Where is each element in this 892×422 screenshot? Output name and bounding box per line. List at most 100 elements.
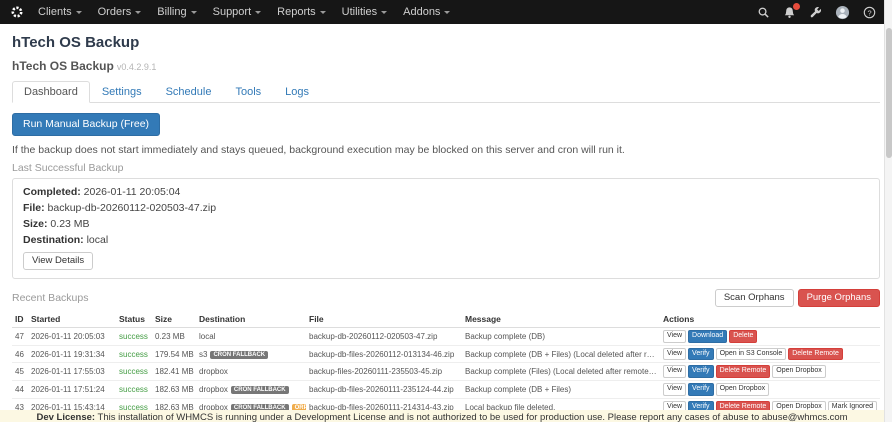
action-open-dropbox-button[interactable]: Open Dropbox xyxy=(716,383,770,396)
cell-status: success xyxy=(116,345,152,363)
svg-text:?: ? xyxy=(867,8,871,17)
cell-started: 2026-01-11 20:05:03 xyxy=(28,327,116,345)
column-header-message: Message xyxy=(462,311,660,328)
top-navbar: Clients Orders Billing Support Reports Utilit… xyxy=(0,0,892,24)
last-backup-panel: Completed: 2026-01-11 20:05:04 File: back… xyxy=(12,178,880,279)
chevron-down-icon xyxy=(255,11,261,14)
destination-name: local xyxy=(199,332,215,341)
module-name: hTech OS Backup xyxy=(12,59,114,73)
cell-id: 44 xyxy=(12,381,28,399)
nav-item-utilities[interactable]: Utilities xyxy=(342,6,387,18)
cell-id: 45 xyxy=(12,363,28,381)
badge-cron-fallback: CRON FALLBACK xyxy=(210,351,268,359)
cell-status: success xyxy=(116,363,152,381)
action-view-button[interactable]: View xyxy=(663,330,686,343)
last-backup-field-destination: Destination: local xyxy=(23,234,869,246)
backup-row: 452026-01-11 17:55:03success182.41 MBdro… xyxy=(12,363,880,381)
action-delete-button[interactable]: Delete xyxy=(729,330,757,343)
cell-size: 0.23 MB xyxy=(152,327,196,345)
action-verify-button[interactable]: Verify xyxy=(688,348,714,361)
column-header-destination: Destination xyxy=(196,311,306,328)
action-open-dropbox-button[interactable]: Open Dropbox xyxy=(772,365,826,378)
run-manual-backup-button[interactable]: Run Manual Backup (Free) xyxy=(12,113,160,136)
cell-status: success xyxy=(116,381,152,399)
cell-message: Backup complete (Files) (Local deleted a… xyxy=(462,363,660,381)
last-backup-field-file: File: backup-db-20260112-020503-47.zip xyxy=(23,202,869,214)
last-backup-field-size: Size: 0.23 MB xyxy=(23,218,869,230)
table-header-row: IDStartedStatusSizeDestinationFileMessag… xyxy=(12,311,880,328)
action-view-button[interactable]: View xyxy=(663,348,686,361)
cell-started: 2026-01-11 17:51:24 xyxy=(28,381,116,399)
destination-name: s3 xyxy=(199,350,207,359)
backup-row: 472026-01-11 20:05:03success0.23 MBlocal… xyxy=(12,327,880,345)
user-avatar[interactable] xyxy=(835,5,850,20)
page-title: hTech OS Backup xyxy=(12,34,880,51)
action-download-button[interactable]: Download xyxy=(688,330,727,343)
field-label: Completed: xyxy=(23,186,81,198)
tab-logs[interactable]: Logs xyxy=(273,81,321,103)
scrollbar-thumb[interactable] xyxy=(886,28,892,158)
cell-actions: ViewVerifyOpen Dropbox xyxy=(660,381,880,399)
cell-file: backup-db-20260112-020503-47.zip xyxy=(306,327,462,345)
cell-status: success xyxy=(116,327,152,345)
cell-actions: ViewVerifyDelete RemoteOpen Dropbox xyxy=(660,363,880,381)
action-verify-button[interactable]: Verify xyxy=(688,383,714,396)
tab-schedule[interactable]: Schedule xyxy=(154,81,224,103)
nav-item-label: Clients xyxy=(38,6,72,18)
action-verify-button[interactable]: Verify xyxy=(688,365,714,378)
nav-item-label: Orders xyxy=(98,6,132,18)
action-open-in-s3-console-button[interactable]: Open in S3 Console xyxy=(716,348,787,361)
cell-file: backup-files-20260111-235503-45.zip xyxy=(306,363,462,381)
nav-item-orders[interactable]: Orders xyxy=(98,6,142,18)
nav-item-support[interactable]: Support xyxy=(213,6,262,18)
action-view-button[interactable]: View xyxy=(663,365,686,378)
cell-started: 2026-01-11 17:55:03 xyxy=(28,363,116,381)
cell-message: Backup complete (DB + Files) xyxy=(462,381,660,399)
dev-license-banner: Dev License: This installation of WHMCS … xyxy=(0,410,884,422)
scan-orphans-button[interactable]: Scan Orphans xyxy=(715,289,794,307)
whmcs-logo-icon[interactable] xyxy=(10,5,24,19)
nav-item-clients[interactable]: Clients xyxy=(38,6,82,18)
cell-started: 2026-01-11 19:31:34 xyxy=(28,345,116,363)
view-details-button[interactable]: View Details xyxy=(23,252,93,270)
column-header-status: Status xyxy=(116,311,152,328)
search-icon[interactable] xyxy=(757,6,770,19)
dev-license-text: This installation of WHMCS is running un… xyxy=(98,412,848,422)
notifications-bell-icon[interactable] xyxy=(783,6,796,19)
purge-orphans-button[interactable]: Purge Orphans xyxy=(798,289,880,307)
nav-item-label: Reports xyxy=(277,6,316,18)
chevron-down-icon xyxy=(381,11,387,14)
field-label: Size: xyxy=(23,218,48,230)
tab-dashboard[interactable]: Dashboard xyxy=(12,81,90,103)
tab-settings[interactable]: Settings xyxy=(90,81,154,103)
nav-item-reports[interactable]: Reports xyxy=(277,6,326,18)
cell-id: 47 xyxy=(12,327,28,345)
field-value: 2026-01-11 20:05:04 xyxy=(81,186,181,198)
navbar-right: ? xyxy=(757,5,880,20)
nav-item-label: Addons xyxy=(403,6,440,18)
cell-destination: local xyxy=(196,327,306,345)
column-header-actions: Actions xyxy=(660,311,880,328)
cell-destination: dropbox xyxy=(196,363,306,381)
field-label: Destination: xyxy=(23,234,84,246)
field-label: File: xyxy=(23,202,45,214)
action-delete-remote-button[interactable]: Delete Remote xyxy=(788,348,843,361)
recent-backups-heading: Recent Backups xyxy=(12,292,88,304)
wrench-icon[interactable] xyxy=(809,6,822,19)
action-view-button[interactable]: View xyxy=(663,383,686,396)
vertical-scrollbar[interactable] xyxy=(884,0,892,422)
badge-cron-fallback: CRON FALLBACK xyxy=(231,386,289,394)
destination-name: dropbox xyxy=(199,367,228,376)
cell-actions: ViewDownloadDelete xyxy=(660,327,880,345)
recent-backups-table: IDStartedStatusSizeDestinationFileMessag… xyxy=(12,311,880,422)
action-delete-remote-button[interactable]: Delete Remote xyxy=(716,365,771,378)
nav-item-billing[interactable]: Billing xyxy=(157,6,196,18)
nav-item-label: Utilities xyxy=(342,6,377,18)
tab-tools[interactable]: Tools xyxy=(223,81,273,103)
chevron-down-icon xyxy=(444,11,450,14)
cell-destination: dropboxCRON FALLBACK xyxy=(196,381,306,399)
cell-size: 182.63 MB xyxy=(152,381,196,399)
nav-item-addons[interactable]: Addons xyxy=(403,6,450,18)
help-icon[interactable]: ? xyxy=(863,6,876,19)
cell-id: 46 xyxy=(12,345,28,363)
